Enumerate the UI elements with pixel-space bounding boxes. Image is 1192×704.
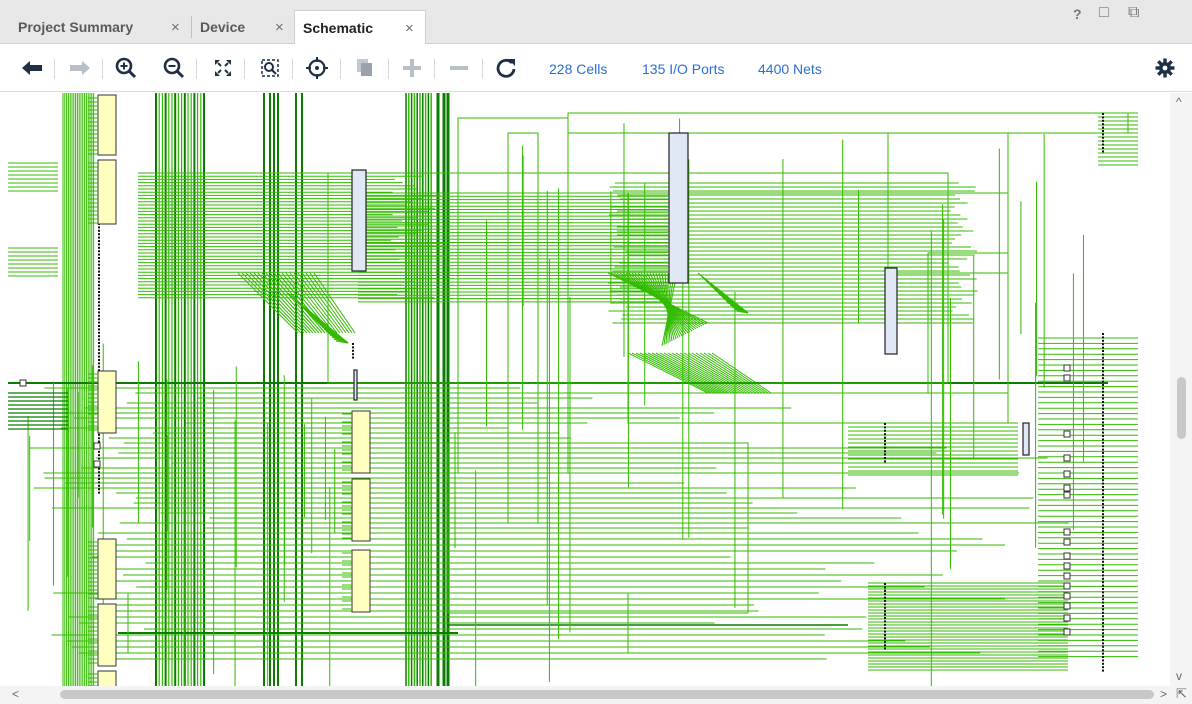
io-port[interactable] — [93, 460, 101, 468]
schematic-cell[interactable] — [97, 603, 117, 667]
io-port[interactable] — [1063, 602, 1071, 610]
schematic-cell[interactable] — [97, 370, 117, 434]
io-port[interactable] — [1063, 491, 1071, 499]
io-port[interactable] — [1063, 430, 1071, 438]
collapse-icon[interactable] — [445, 54, 473, 82]
cells-count-link[interactable]: 228 Cells — [549, 61, 607, 77]
io-port[interactable] — [1063, 484, 1071, 492]
help-icon[interactable]: ? — [1073, 6, 1082, 22]
horizontal-scroll-thumb[interactable] — [60, 690, 1154, 699]
schematic-block[interactable] — [1022, 422, 1030, 456]
tab-label: Project Summary — [18, 19, 134, 35]
copy-icon[interactable] — [351, 54, 379, 82]
schematic-cell[interactable] — [97, 159, 117, 225]
tab-label: Schematic — [303, 20, 374, 36]
zoom-out-icon[interactable] — [160, 54, 188, 82]
schematic-cell[interactable] — [351, 549, 371, 613]
schematic-toolbar: 228 Cells 135 I/O Ports 4400 Nets — [0, 44, 1192, 92]
fit-view-icon[interactable] — [209, 54, 237, 82]
io-port[interactable] — [1063, 454, 1071, 462]
corner-resize-icon[interactable]: ⇱ — [1176, 686, 1187, 702]
toolbar-separator — [244, 59, 245, 79]
io-ports-count-link[interactable]: 135 I/O Ports — [642, 61, 724, 77]
refresh-icon[interactable] — [492, 54, 520, 82]
io-port[interactable] — [1063, 364, 1071, 372]
center-icon[interactable] — [303, 54, 331, 82]
schematic-block[interactable] — [353, 369, 358, 401]
io-port[interactable] — [1063, 582, 1071, 590]
io-port[interactable] — [1063, 562, 1071, 570]
io-port[interactable] — [1063, 552, 1071, 560]
close-icon[interactable]: × — [171, 19, 180, 36]
io-port[interactable] — [1063, 614, 1071, 622]
scroll-down-icon[interactable]: v — [1176, 669, 1182, 683]
io-port[interactable] — [1063, 538, 1071, 546]
horizontal-scrollbar[interactable]: < > ⇱ — [0, 686, 1192, 704]
back-arrow-icon[interactable] — [18, 54, 46, 82]
schematic-block[interactable] — [884, 267, 898, 355]
toolbar-separator — [340, 59, 341, 79]
io-port[interactable] — [1063, 470, 1071, 478]
schematic-window: Project Summary × Device × Schematic × ?… — [0, 0, 1192, 704]
forward-arrow-icon[interactable] — [66, 54, 94, 82]
toolbar-separator — [292, 59, 293, 79]
io-port[interactable] — [1063, 592, 1071, 600]
toolbar-separator — [434, 59, 435, 79]
tab-project-summary[interactable]: Project Summary × — [8, 10, 188, 44]
tab-label: Device — [200, 19, 246, 35]
schematic-cell[interactable] — [351, 478, 371, 542]
io-port[interactable] — [1063, 628, 1071, 636]
schematic-cell[interactable] — [97, 94, 117, 156]
toolbar-separator — [102, 59, 103, 79]
schematic-svg[interactable] — [8, 93, 1168, 686]
io-port[interactable] — [93, 442, 101, 450]
float-icon[interactable]: ⧉ — [1128, 4, 1139, 22]
nets-count-link[interactable]: 4400 Nets — [758, 61, 822, 77]
schematic-block[interactable] — [668, 132, 689, 284]
io-port[interactable] — [1063, 528, 1071, 536]
toolbar-separator — [196, 59, 197, 79]
toolbar-separator — [388, 59, 389, 79]
schematic-cell[interactable] — [351, 410, 371, 474]
schematic-cell[interactable] — [97, 538, 117, 600]
vertical-scroll-thumb[interactable] — [1177, 377, 1186, 439]
close-icon[interactable]: × — [405, 20, 414, 37]
zoom-in-icon[interactable] — [112, 54, 140, 82]
schematic-canvas[interactable] — [8, 93, 1168, 686]
close-icon[interactable]: × — [275, 19, 284, 36]
io-port[interactable] — [19, 379, 27, 387]
scroll-up-icon[interactable]: ^ — [1176, 95, 1182, 109]
io-port[interactable] — [1063, 374, 1071, 382]
zoom-selection-icon[interactable] — [256, 54, 284, 82]
scroll-right-icon[interactable]: > — [1160, 687, 1167, 701]
toolbar-separator — [482, 59, 483, 79]
restore-icon[interactable]: □ — [1099, 4, 1109, 22]
schematic-block[interactable] — [351, 169, 367, 272]
io-port[interactable] — [1063, 572, 1071, 580]
gear-icon[interactable] — [1151, 54, 1179, 82]
expand-icon[interactable] — [398, 54, 426, 82]
tab-bar: Project Summary × Device × Schematic × ?… — [0, 0, 1192, 45]
tab-device[interactable]: Device × — [192, 10, 292, 44]
scroll-left-icon[interactable]: < — [12, 687, 19, 701]
vertical-scrollbar[interactable]: ^ v — [1170, 93, 1192, 686]
tab-schematic[interactable]: Schematic × — [294, 10, 426, 45]
toolbar-separator — [54, 59, 55, 79]
schematic-cell[interactable] — [97, 670, 117, 686]
